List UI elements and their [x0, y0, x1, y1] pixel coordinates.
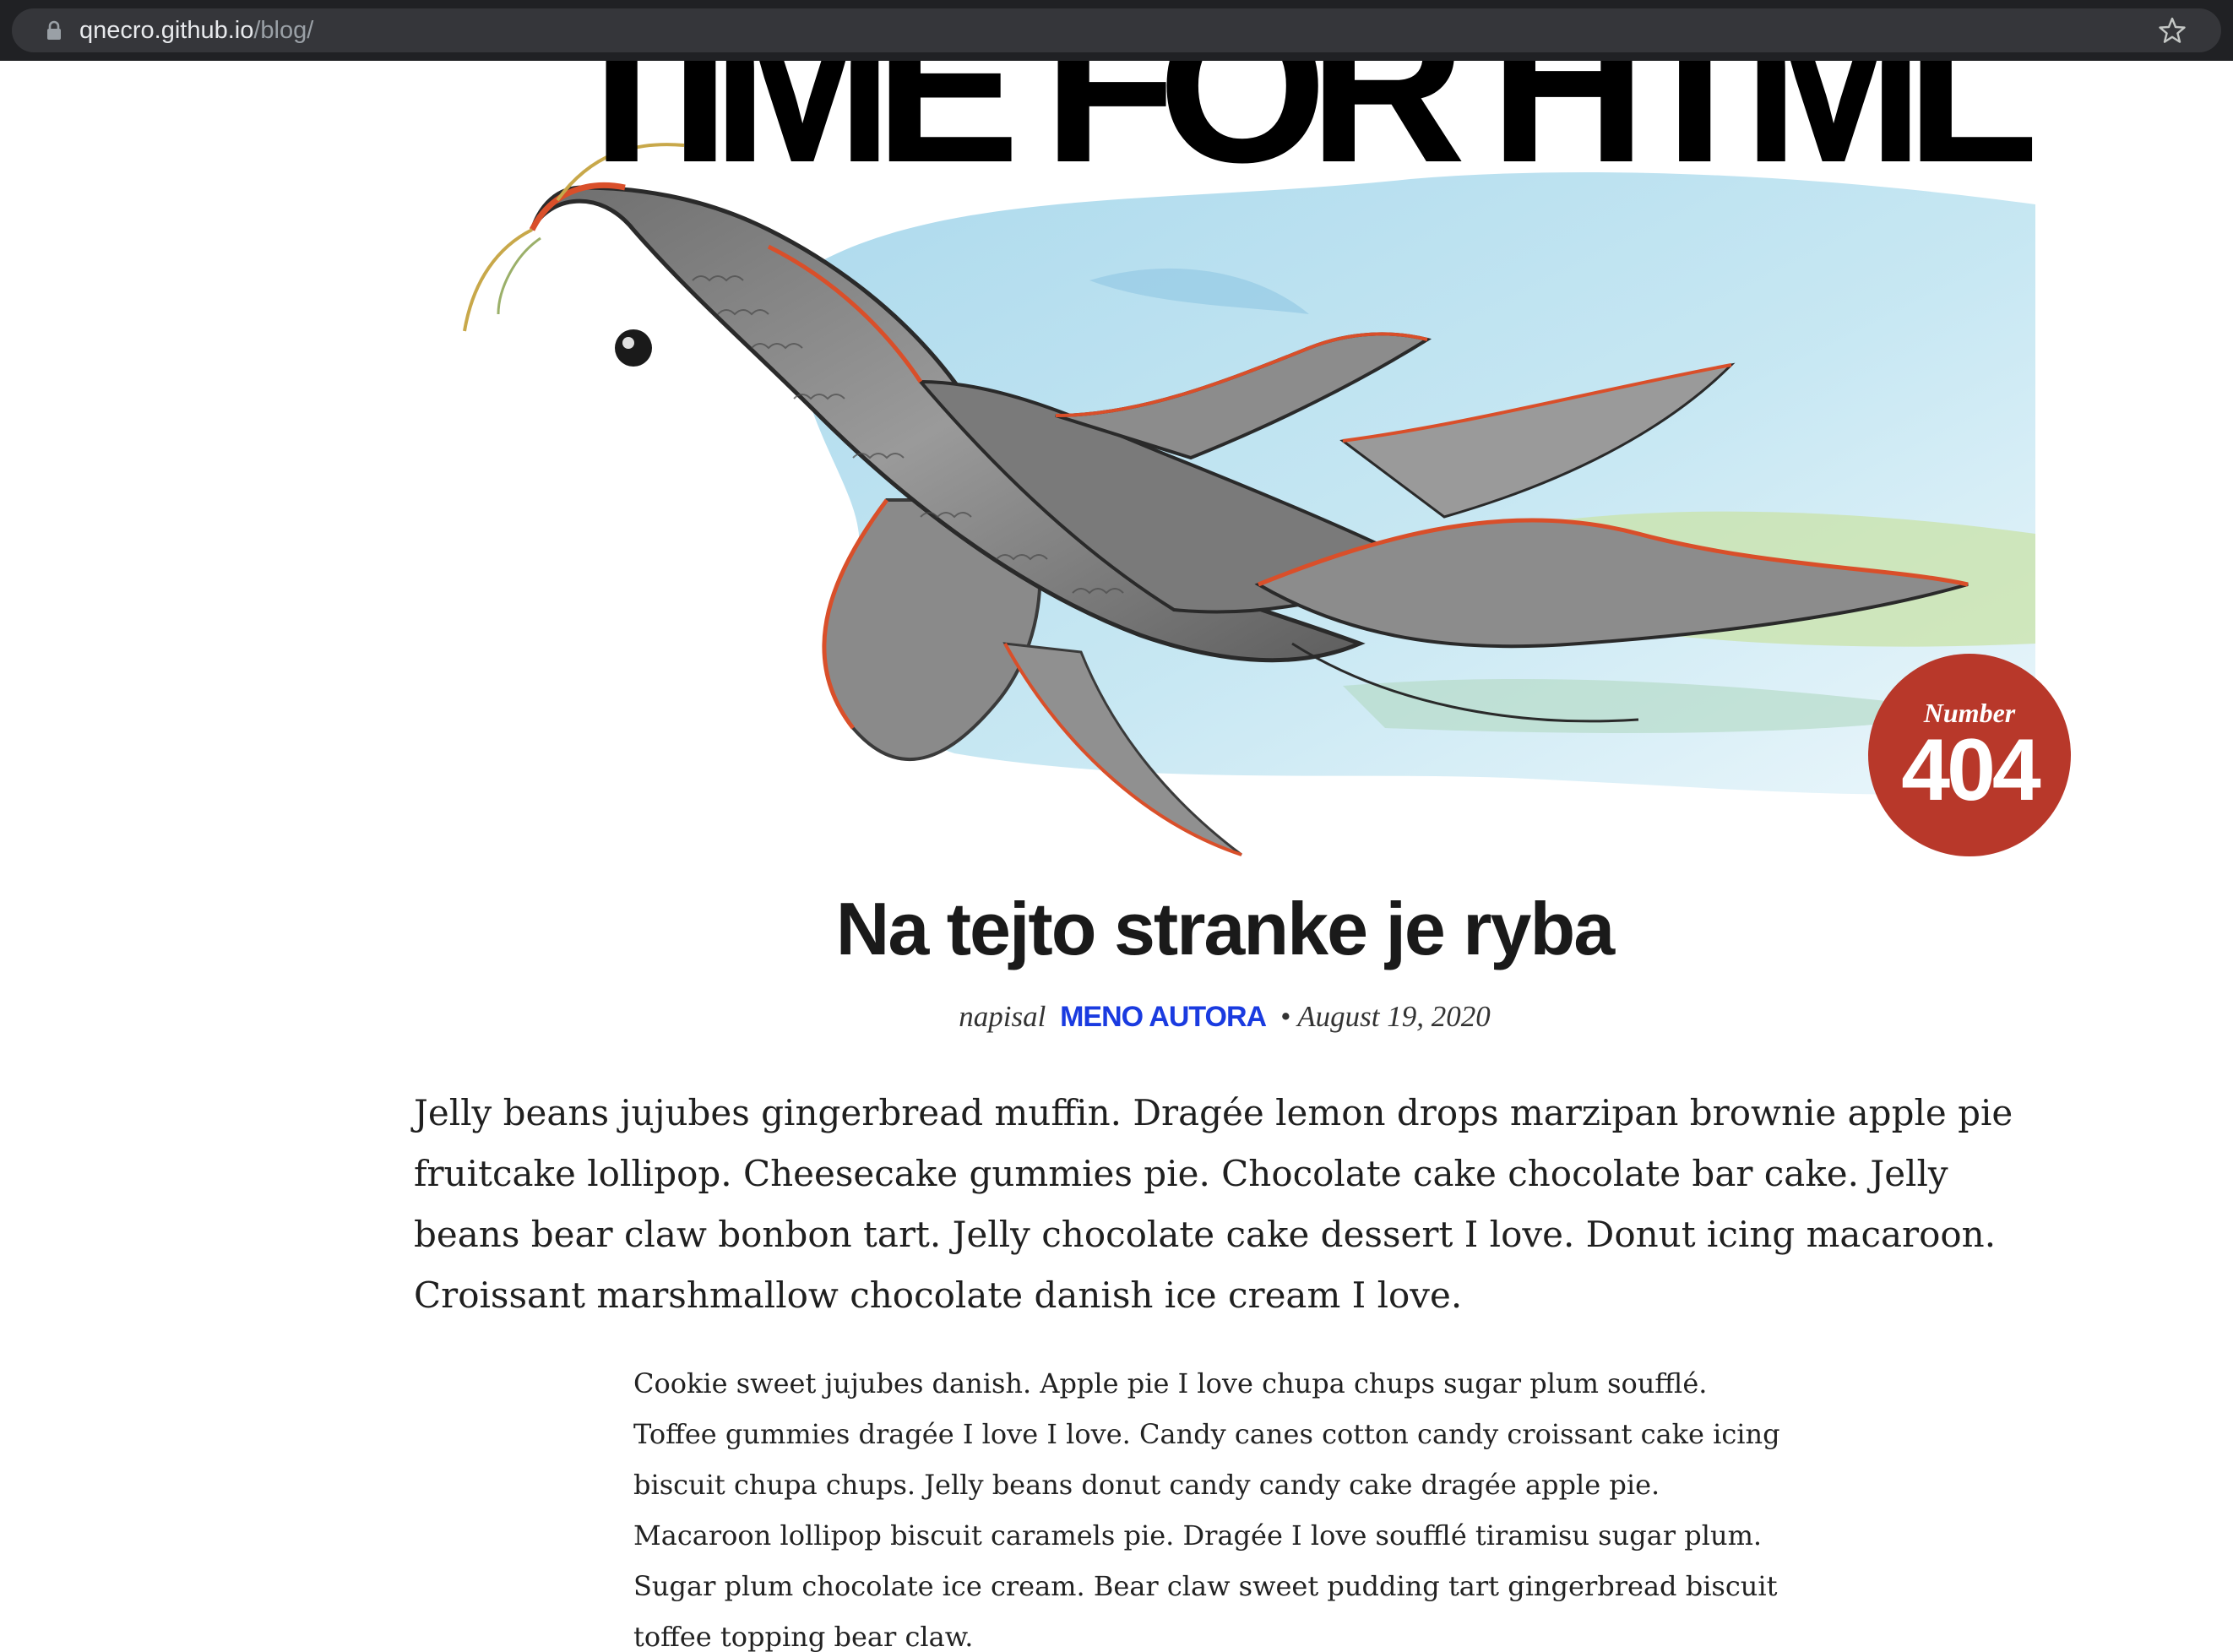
url-path: /blog/	[253, 17, 314, 44]
star-icon[interactable]	[2157, 15, 2187, 46]
issue-number-badge: Number 404	[1868, 654, 2071, 856]
url-host: qnecro.github.io	[79, 17, 254, 44]
blog-page: TIME FOR HTML Number 404 Na tejto strank…	[0, 61, 2233, 1652]
badge-number: 404	[1901, 721, 2041, 819]
hero-title: TIME FOR HTML	[555, 61, 2035, 208]
post-title: Na tejto stranke je ryba	[835, 887, 1615, 970]
address-bar[interactable]: qnecro.github.io/blog/	[12, 8, 2221, 52]
post-byline: napisal MENO AUTORA • August 19, 2020	[414, 997, 2035, 1037]
lead-paragraph: Jelly beans jujubes gingerbread muffin. …	[414, 1092, 2013, 1316]
url-text[interactable]: qnecro.github.io/blog/	[79, 15, 313, 46]
body-paragraph: Cookie sweet jujubes danish. Apple pie I…	[633, 1367, 1780, 1652]
byline-separator: •	[1279, 1000, 1291, 1033]
browser-toolbar: qnecro.github.io/blog/	[0, 0, 2233, 61]
author-link[interactable]: MENO AUTORA	[1060, 1001, 1267, 1033]
hero-banner: TIME FOR HTML	[414, 61, 2035, 888]
post-date: August 19, 2020	[1297, 1000, 1491, 1033]
byline-prefix: napisal	[959, 1000, 1046, 1033]
lock-icon[interactable]	[42, 19, 66, 42]
